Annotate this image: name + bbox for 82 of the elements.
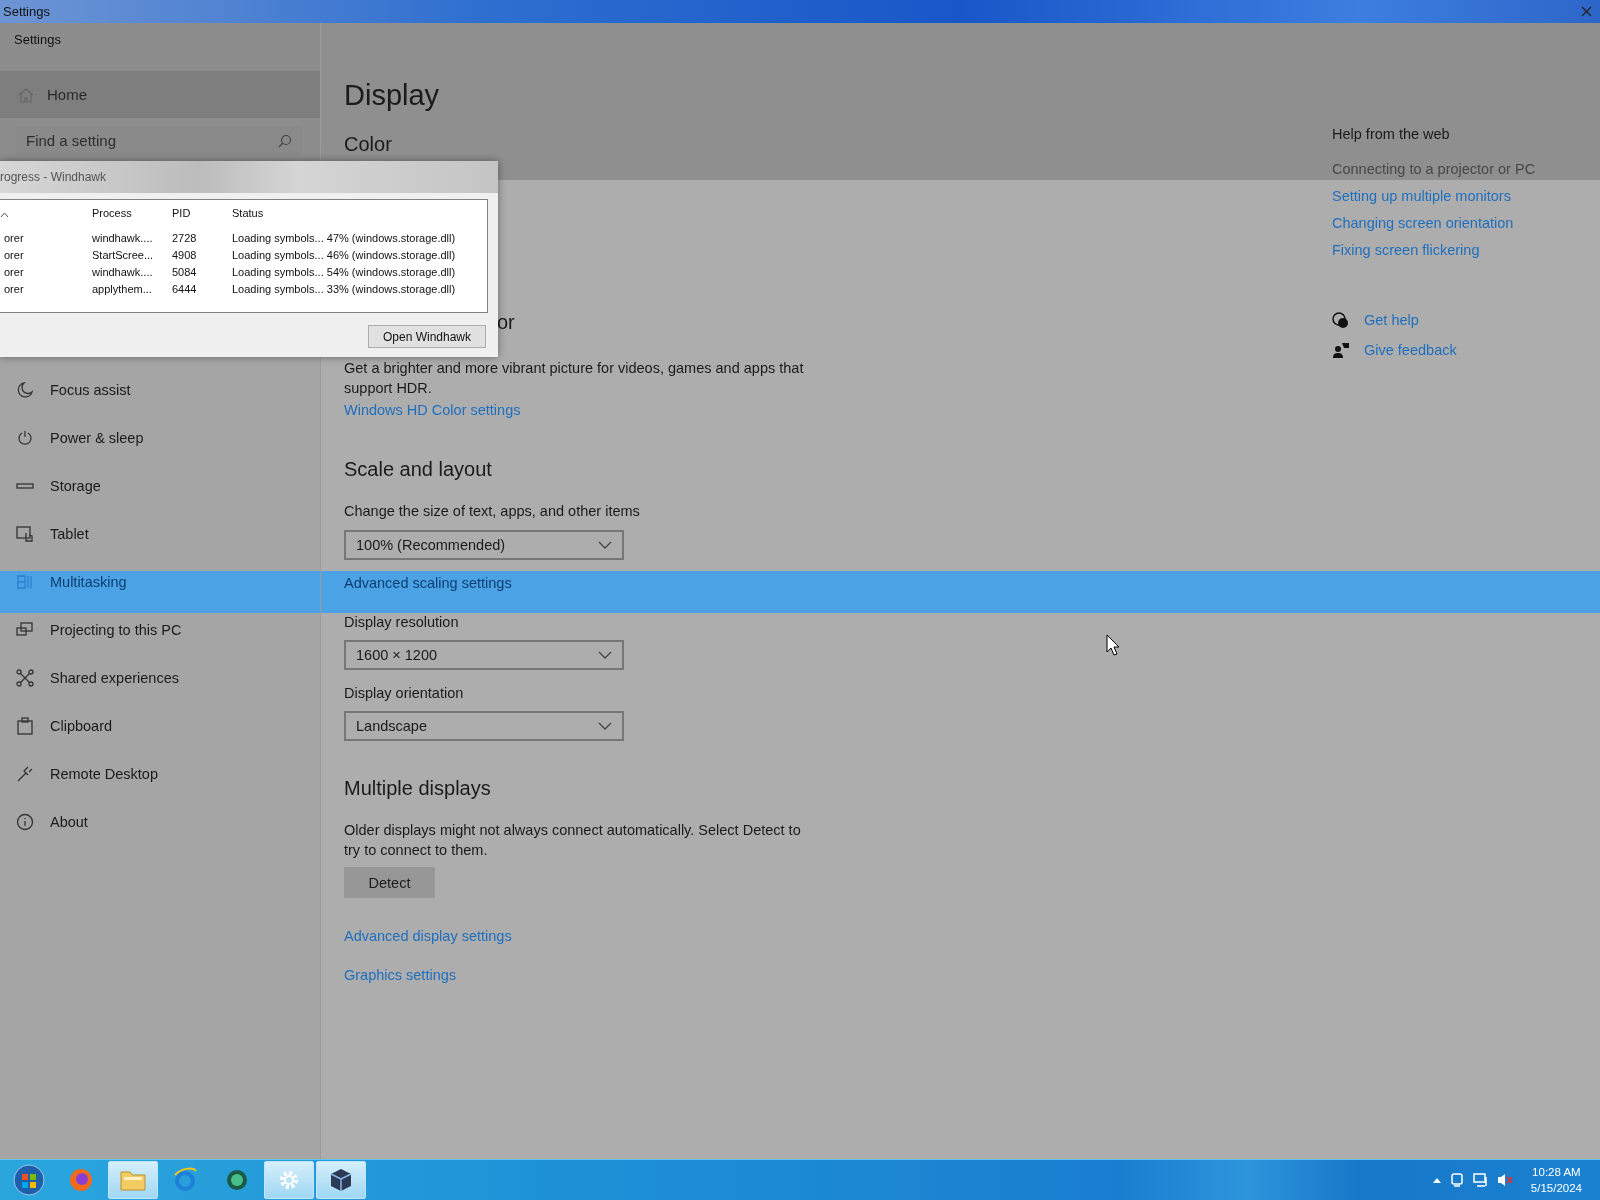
section-heading: Scale and layout (344, 457, 492, 482)
clock[interactable]: 10:28 AM 5/15/2024 (1530, 1164, 1582, 1196)
detect-button[interactable]: Detect (344, 867, 435, 898)
clipboard-icon (16, 717, 34, 735)
nav-item[interactable]: Power & sleep (0, 414, 320, 462)
firefox-icon (68, 1167, 94, 1193)
dialog-title: rogress - Windhawk (0, 170, 107, 184)
hdr-description: Get a brighter and more vibrant picture for videos, games and apps that support HDR. (344, 359, 804, 398)
page-title: Display (344, 78, 440, 113)
info-icon (16, 813, 34, 831)
column-header[interactable]: PID (168, 207, 191, 219)
field-label: Display resolution (344, 613, 459, 632)
table-cell-text: 5084 (171, 265, 197, 278)
nav-item[interactable]: Tablet (0, 510, 320, 558)
browser-icon (172, 1167, 198, 1193)
section-heading: or (496, 310, 515, 335)
detect-description: Older displays might not always connect automatically. Select Detect to try to connect to them. (344, 821, 802, 860)
open-windhawk-button[interactable]: Open Windhawk (368, 325, 486, 348)
table-cell-text: windhawk.... (91, 265, 153, 278)
sort-caret-icon[interactable] (0, 212, 9, 218)
folder-icon (119, 1168, 147, 1192)
power-icon (16, 429, 34, 447)
projector-icon (16, 621, 34, 639)
table-cell-text: 6444 (171, 282, 197, 295)
table-cell-text: orer (3, 282, 24, 295)
advanced-scaling-link[interactable]: Advanced scaling settings (344, 573, 512, 593)
table-cell-text: StartScree... (91, 248, 154, 261)
chevron-down-icon (598, 651, 612, 659)
table-cell-text: Loading symbols... 47% (windows.storage.dll) (231, 231, 456, 244)
table-cell-text: Loading symbols... 33% (windows.storage.dll) (231, 282, 456, 295)
app-icon (224, 1167, 250, 1193)
section-heading: Multiple displays (344, 776, 491, 801)
caret-up-icon[interactable] (1432, 1177, 1441, 1183)
help-title: Help from the web (1332, 125, 1450, 144)
nav-item[interactable]: Shared experiences (0, 654, 320, 702)
feedback-icon (1332, 341, 1349, 359)
network-icon[interactable] (1472, 1172, 1489, 1188)
search-icon (278, 134, 292, 148)
table-cell-text: orer (3, 265, 24, 278)
app-title: Settings (14, 32, 61, 48)
table-cell-text: Loading symbols... 46% (windows.storage.dll) (231, 248, 456, 261)
scale-dropdown[interactable]: 100% (Recommended) (344, 530, 624, 560)
window-title: Settings (3, 4, 50, 19)
multitasking-icon (16, 573, 34, 591)
orientation-dropdown[interactable]: Landscape (344, 711, 624, 741)
gear-icon (277, 1168, 301, 1192)
column-header[interactable]: Status (228, 207, 264, 219)
table-cell-text: 2728 (171, 231, 197, 244)
nav-item[interactable]: Multitasking (0, 558, 320, 606)
close-icon[interactable] (1581, 6, 1592, 17)
start-orb-icon (13, 1164, 45, 1196)
chat-help-icon (1332, 311, 1349, 329)
nav-item[interactable]: Storage (0, 462, 320, 510)
resolution-dropdown[interactable]: 1600 × 1200 (344, 640, 624, 670)
cube-icon (328, 1167, 354, 1193)
chevron-down-icon (598, 722, 612, 730)
volume-muted-icon[interactable] (1496, 1172, 1513, 1188)
nav-item[interactable]: Focus assist (0, 366, 320, 414)
share-icon (16, 669, 34, 687)
table-cell-text: applythem... (91, 282, 152, 295)
nav-item[interactable]: Clipboard (0, 702, 320, 750)
taskbar-app-button[interactable] (316, 1161, 366, 1199)
remote-desktop-icon (16, 765, 34, 783)
home-nav-item[interactable]: Home (0, 71, 320, 118)
nav-item[interactable]: About (0, 798, 320, 846)
table-cell-text: Loading symbols... 54% (windows.storage.dll) (231, 265, 456, 278)
table-cell-text: windhawk.... (91, 231, 153, 244)
mouse-cursor-icon (1106, 634, 1120, 656)
column-header[interactable]: Process (88, 207, 132, 219)
section-heading: Color (344, 132, 392, 157)
table-cell-text: orer (3, 248, 24, 261)
field-label: Display orientation (344, 684, 464, 703)
nav-item[interactable]: Remote Desktop (0, 750, 320, 798)
nav-item[interactable]: Projecting to this PC (0, 606, 320, 654)
chevron-down-icon (598, 541, 612, 549)
tablet-icon (16, 525, 34, 543)
home-icon (18, 86, 34, 103)
field-label: Change the size of text, apps, and other items (344, 502, 640, 521)
device-icon[interactable] (1448, 1172, 1465, 1188)
table-cell-text: orer (3, 231, 24, 244)
moon-icon (16, 381, 34, 399)
table-cell-text: 4908 (171, 248, 197, 261)
